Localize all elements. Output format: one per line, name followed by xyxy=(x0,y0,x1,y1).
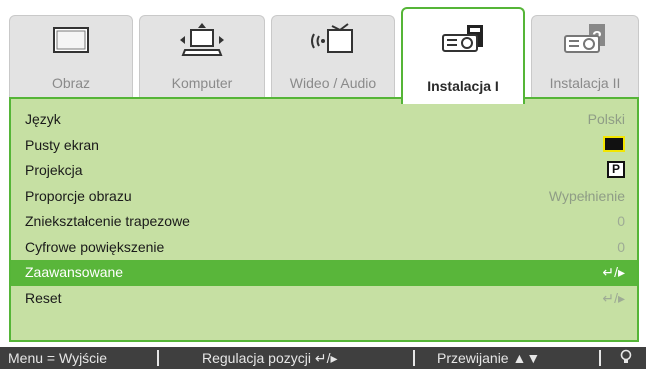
tab-label: Obraz xyxy=(51,75,91,91)
tab-instalacja-1[interactable]: Instalacja I xyxy=(401,7,525,104)
projector-icon xyxy=(437,21,489,66)
menu-item-reset[interactable]: Reset ↵/▸ xyxy=(11,286,637,312)
menu-item-label: Proporcje obrazu xyxy=(25,187,132,204)
tab-wideo-audio[interactable]: Wideo / Audio xyxy=(271,15,395,99)
black-screen-swatch-icon xyxy=(603,133,625,159)
divider xyxy=(413,350,415,366)
menu-item-value: 0 xyxy=(617,238,625,255)
menu-item-jezyk[interactable]: Język Polski xyxy=(11,107,637,133)
menu-item-pusty-ekran[interactable]: Pusty ekran xyxy=(11,133,637,159)
menu-list: Język Polski Pusty ekran Projekcja P Pro… xyxy=(11,107,637,311)
bulb-icon xyxy=(619,349,633,368)
menu-item-proporcje-obrazu[interactable]: Proporcje obrazu Wypełnienie xyxy=(11,184,637,210)
menu-item-label: Reset xyxy=(25,289,62,306)
divider xyxy=(157,350,159,366)
menu-item-label: Cyfrowe powiększenie xyxy=(25,238,165,255)
projection-mode-letter: P xyxy=(607,161,625,179)
menu-item-value: Polski xyxy=(587,111,625,127)
menu-item-label: Projekcja xyxy=(25,162,83,178)
menu-item-zaawansowane[interactable]: Zaawansowane ↵/▸ xyxy=(11,260,637,286)
status-bar: Menu = Wyjście Regulacja pozycji ↵/▸ Prz… xyxy=(0,347,646,369)
tab-label: Instalacja I xyxy=(427,78,499,94)
tab-obraz[interactable]: Obraz xyxy=(9,15,133,99)
menu-item-projekcja[interactable]: Projekcja P xyxy=(11,158,637,184)
divider xyxy=(599,350,601,366)
tab-instalacja-2[interactable]: ? Instalacja II xyxy=(531,15,639,99)
tab-label: Instalacja II xyxy=(549,75,621,91)
menu-item-value: Wypełnienie xyxy=(548,187,625,204)
menu-item-cyfrowe-powiekszenie[interactable]: Cyfrowe powiększenie 0 xyxy=(11,235,637,261)
computer-icon xyxy=(177,22,227,67)
exit-hint: Menu = Wyjście xyxy=(8,350,108,366)
adjust-hint: Regulacja pozycji ↵/▸ xyxy=(202,350,338,366)
menu-item-label: Zniekształcenie trapezowe xyxy=(25,213,190,229)
enter-right-icon: ↵/▸ xyxy=(602,264,625,280)
menu-item-label: Zaawansowane xyxy=(25,264,124,280)
projection-mode-icon: P xyxy=(607,158,625,184)
menu-item-label: Język xyxy=(25,111,61,127)
tab-label: Komputer xyxy=(171,75,233,91)
projector-settings-icon: ? xyxy=(559,22,611,67)
enter-right-icon: ↵/▸ xyxy=(602,289,625,306)
monitor-icon xyxy=(49,22,93,65)
menu-item-label: Pusty ekran xyxy=(25,136,99,153)
tab-label: Wideo / Audio xyxy=(289,75,377,91)
video-audio-icon xyxy=(306,22,360,67)
settings-menu-panel: Język Polski Pusty ekran Projekcja P Pro… xyxy=(9,97,639,342)
menu-tab-bar: Obraz Komputer Wideo / Audio Instalacja … xyxy=(9,7,639,104)
menu-item-value: 0 xyxy=(617,213,625,229)
scroll-hint: Przewijanie ▲▼ xyxy=(437,350,541,366)
tab-komputer[interactable]: Komputer xyxy=(139,15,265,99)
menu-item-znieksztalcenie-trapezowe[interactable]: Zniekształcenie trapezowe 0 xyxy=(11,209,637,235)
